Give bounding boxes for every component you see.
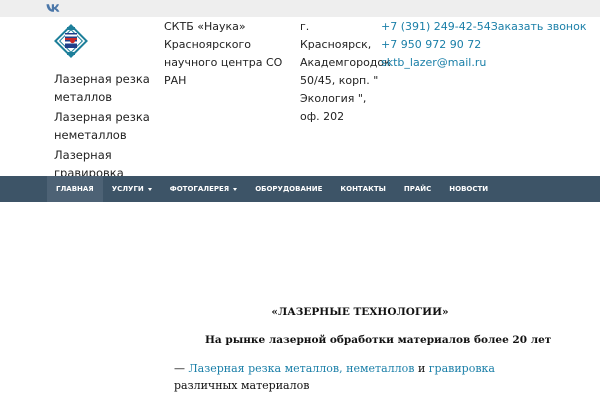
nav-item-home[interactable]: ГЛАВНАЯ bbox=[47, 176, 103, 202]
nav-item-equipment[interactable]: ОБОРУДОВАНИЕ bbox=[246, 176, 331, 202]
dash: — bbox=[174, 362, 189, 375]
top-bar bbox=[0, 0, 600, 17]
phone-1[interactable]: +7 (391) 249-42-54 bbox=[381, 20, 491, 33]
conjunction: и bbox=[414, 362, 429, 375]
email-link[interactable]: sktb_lazer@mail.ru bbox=[381, 54, 596, 72]
nav-item-news[interactable]: НОВОСТИ bbox=[440, 176, 497, 202]
taglines: Лазерная резка металлов Лазерная резка н… bbox=[54, 70, 154, 182]
nav-label: УСЛУГИ bbox=[111, 185, 144, 193]
intro-rest: различных материалов bbox=[174, 379, 310, 392]
phone-callback-line: +7 (391) 249-42-54Заказать звонок bbox=[381, 18, 596, 36]
page-title: «ЛАЗЕРНЫЕ ТЕХНОЛОГИИ» bbox=[271, 306, 449, 318]
main-navigation: ГЛАВНАЯ УСЛУГИ ФОТОГАЛЕРЕЯ ОБОРУДОВАНИЕ … bbox=[0, 176, 600, 202]
contacts: +7 (391) 249-42-54Заказать звонок +7 950… bbox=[381, 18, 596, 72]
address: г. Красноярск, Академгородок 50/45, корп… bbox=[300, 20, 391, 123]
page-subtitle: На рынке лазерной обработки материалов б… bbox=[205, 334, 552, 346]
nav-label: НОВОСТИ bbox=[449, 185, 489, 193]
intro-paragraph: — Лазерная резка металлов, неметаллов и … bbox=[174, 360, 524, 394]
nav-label: ГЛАВНАЯ bbox=[56, 185, 94, 193]
link-metal-cutting[interactable]: Лазерная резка металлов bbox=[189, 362, 340, 375]
nav-label: КОНТАКТЫ bbox=[340, 185, 386, 193]
nav-label: ОБОРУДОВАНИЕ bbox=[255, 185, 323, 193]
tagline-nonmetals: Лазерная резка неметаллов bbox=[54, 110, 150, 142]
nav-item-price[interactable]: ПРАЙС bbox=[395, 176, 440, 202]
tagline-metals: Лазерная резка металлов bbox=[54, 72, 150, 104]
link-nonmetal-cutting[interactable]: неметаллов bbox=[346, 362, 414, 375]
sktb-logo-icon[interactable] bbox=[52, 22, 90, 60]
nav-label: ФОТОГАЛЕРЕЯ bbox=[169, 185, 230, 193]
callback-link[interactable]: Заказать звонок bbox=[491, 20, 587, 33]
nav-item-services[interactable]: УСЛУГИ bbox=[103, 176, 161, 202]
nav-label: ПРАЙС bbox=[403, 185, 432, 193]
vk-icon[interactable] bbox=[46, 3, 60, 13]
chevron-down-icon bbox=[233, 187, 238, 191]
nav-item-contacts[interactable]: КОНТАКТЫ bbox=[331, 176, 394, 202]
organization-name: СКТБ «Наука» Красноярского научного цент… bbox=[164, 20, 283, 87]
chevron-down-icon bbox=[147, 187, 152, 191]
link-engraving[interactable]: гравировка bbox=[429, 362, 495, 375]
phone-2[interactable]: +7 950 972 90 72 bbox=[381, 36, 596, 54]
nav-item-gallery[interactable]: ФОТОГАЛЕРЕЯ bbox=[161, 176, 246, 202]
